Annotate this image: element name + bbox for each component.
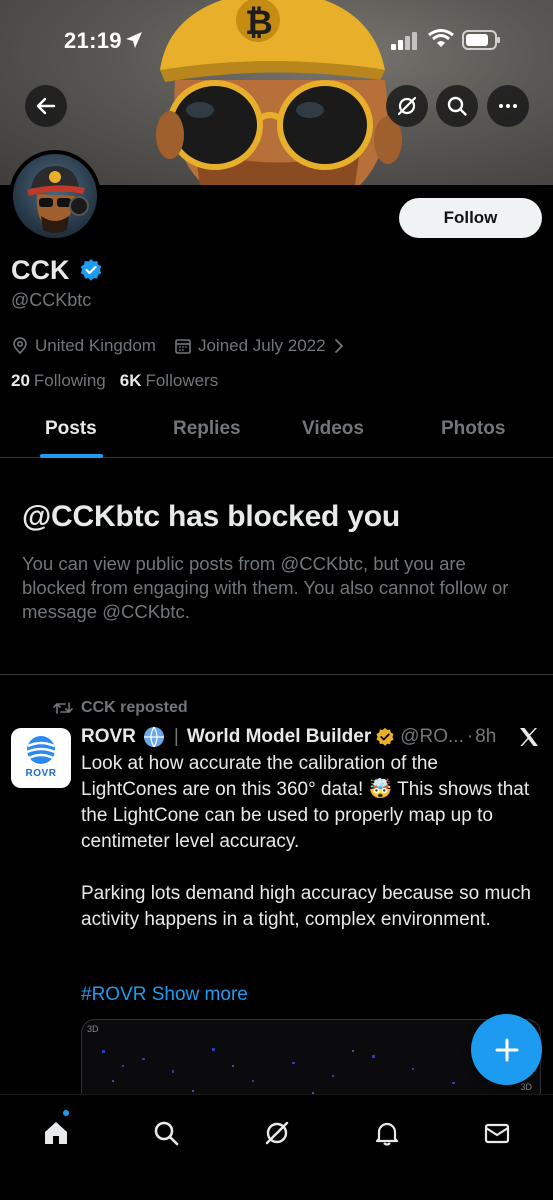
profile-tabs: Posts Replies Videos Photos (0, 406, 553, 458)
profile-name: CCK (11, 255, 70, 285)
hashtag-link[interactable]: #ROVR (81, 984, 146, 1005)
post-time: 8h (475, 726, 497, 747)
home-icon (45, 1122, 67, 1144)
post-header: ROVR | World Model Builder @RO... · 8h (81, 724, 496, 750)
location-pin-icon (13, 337, 27, 355)
follow-button[interactable]: Follow (399, 198, 542, 238)
joined-item[interactable]: Joined July 2022 (174, 336, 346, 356)
repost-label: CCK reposted (81, 699, 188, 716)
repost-icon (53, 702, 73, 714)
nav-notifications[interactable] (367, 1113, 407, 1153)
joined-text: Joined July 2022 (197, 336, 326, 355)
avatar-logo-text: ROVR (25, 768, 57, 779)
back-button[interactable] (25, 85, 67, 127)
grok-icon (265, 1121, 289, 1145)
follow-stats: 20 Following 6K Followers (11, 371, 218, 391)
home-notification-dot (62, 1109, 70, 1117)
calendar-icon (175, 339, 191, 354)
tab-replies[interactable]: Replies (173, 418, 241, 440)
more-horizontal-icon (499, 104, 517, 108)
post-author-avatar[interactable]: ROVR (11, 728, 71, 788)
cellular-signal-icon (391, 32, 417, 50)
nav-messages[interactable] (477, 1113, 517, 1153)
location-arrow-icon (126, 32, 142, 48)
nav-search[interactable] (146, 1113, 186, 1153)
wifi-icon (428, 29, 454, 47)
followers-link[interactable]: 6K Followers (120, 371, 218, 391)
post-time-separator: · (466, 726, 474, 747)
post-text[interactable]: Look at how accurate the calibration of … (81, 751, 531, 933)
location-item: United Kingdom (11, 336, 156, 356)
avatar-image (13, 154, 97, 238)
chevron-right-icon (334, 339, 343, 353)
plus-icon (495, 1038, 518, 1061)
nav-grok[interactable] (257, 1113, 297, 1153)
tab-videos[interactable]: Videos (302, 418, 364, 440)
post-author-handle: @RO... (400, 726, 464, 747)
arrow-left-icon (36, 97, 56, 115)
following-link[interactable]: 20 Following (11, 371, 106, 391)
bottom-navigation (0, 1094, 553, 1200)
profile-avatar[interactable] (9, 150, 101, 242)
notifications-icon (375, 1122, 399, 1146)
battery-icon (462, 30, 500, 50)
verified-badge-icon (80, 259, 102, 281)
profile-meta: United Kingdom Joined July 2022 (11, 334, 346, 358)
media-3d-label: 3D (87, 1024, 99, 1034)
tab-posts[interactable]: Posts (45, 418, 97, 440)
x-logo-icon[interactable] (518, 726, 540, 748)
search-button[interactable] (436, 85, 478, 127)
compose-button[interactable] (471, 1014, 542, 1085)
more-options-button[interactable] (487, 85, 529, 127)
following-count: 20 (11, 371, 30, 390)
blocked-description: You can view public posts from @CCKbtc, … (22, 553, 509, 622)
avatar-illustration (27, 166, 89, 233)
post-paragraph-1: Look at how accurate the calibration of … (81, 753, 530, 852)
gold-verified-icon (376, 727, 394, 746)
show-more-link[interactable]: Show more (152, 984, 248, 1005)
nav-home[interactable] (36, 1113, 76, 1153)
divider (0, 674, 553, 675)
repost-indicator: CCK reposted (53, 699, 188, 717)
active-tab-indicator (40, 454, 103, 458)
post-paragraph-2: Parking lots demand high accuracy becaus… (81, 883, 531, 930)
search-icon (447, 96, 467, 116)
grok-icon (397, 96, 417, 116)
tab-photos[interactable]: Photos (441, 418, 505, 440)
profile-handle: @CCKbtc (11, 290, 92, 310)
post-affiliation[interactable]: World Model Builder (187, 726, 371, 748)
media-3d-label-secondary: 3D (520, 1082, 532, 1092)
post-footer-links: #ROVR Show more (81, 984, 248, 1006)
post-author-name[interactable]: ROVR (81, 726, 136, 748)
location-text: United Kingdom (35, 336, 156, 355)
status-time: 21:19 (64, 28, 122, 53)
followers-count: 6K (119, 371, 142, 390)
rovr-logo-icon (26, 736, 56, 764)
grok-button[interactable] (386, 85, 428, 127)
following-label: Following (33, 371, 106, 390)
affiliation-separator: | (173, 726, 179, 747)
blocked-title: @CCKbtc has blocked you (22, 500, 401, 533)
status-bar: 21:19 (0, 0, 553, 80)
messages-icon (484, 1123, 510, 1144)
followers-label: Followers (145, 371, 219, 390)
search-icon (154, 1121, 179, 1146)
globe-icon (143, 726, 164, 748)
